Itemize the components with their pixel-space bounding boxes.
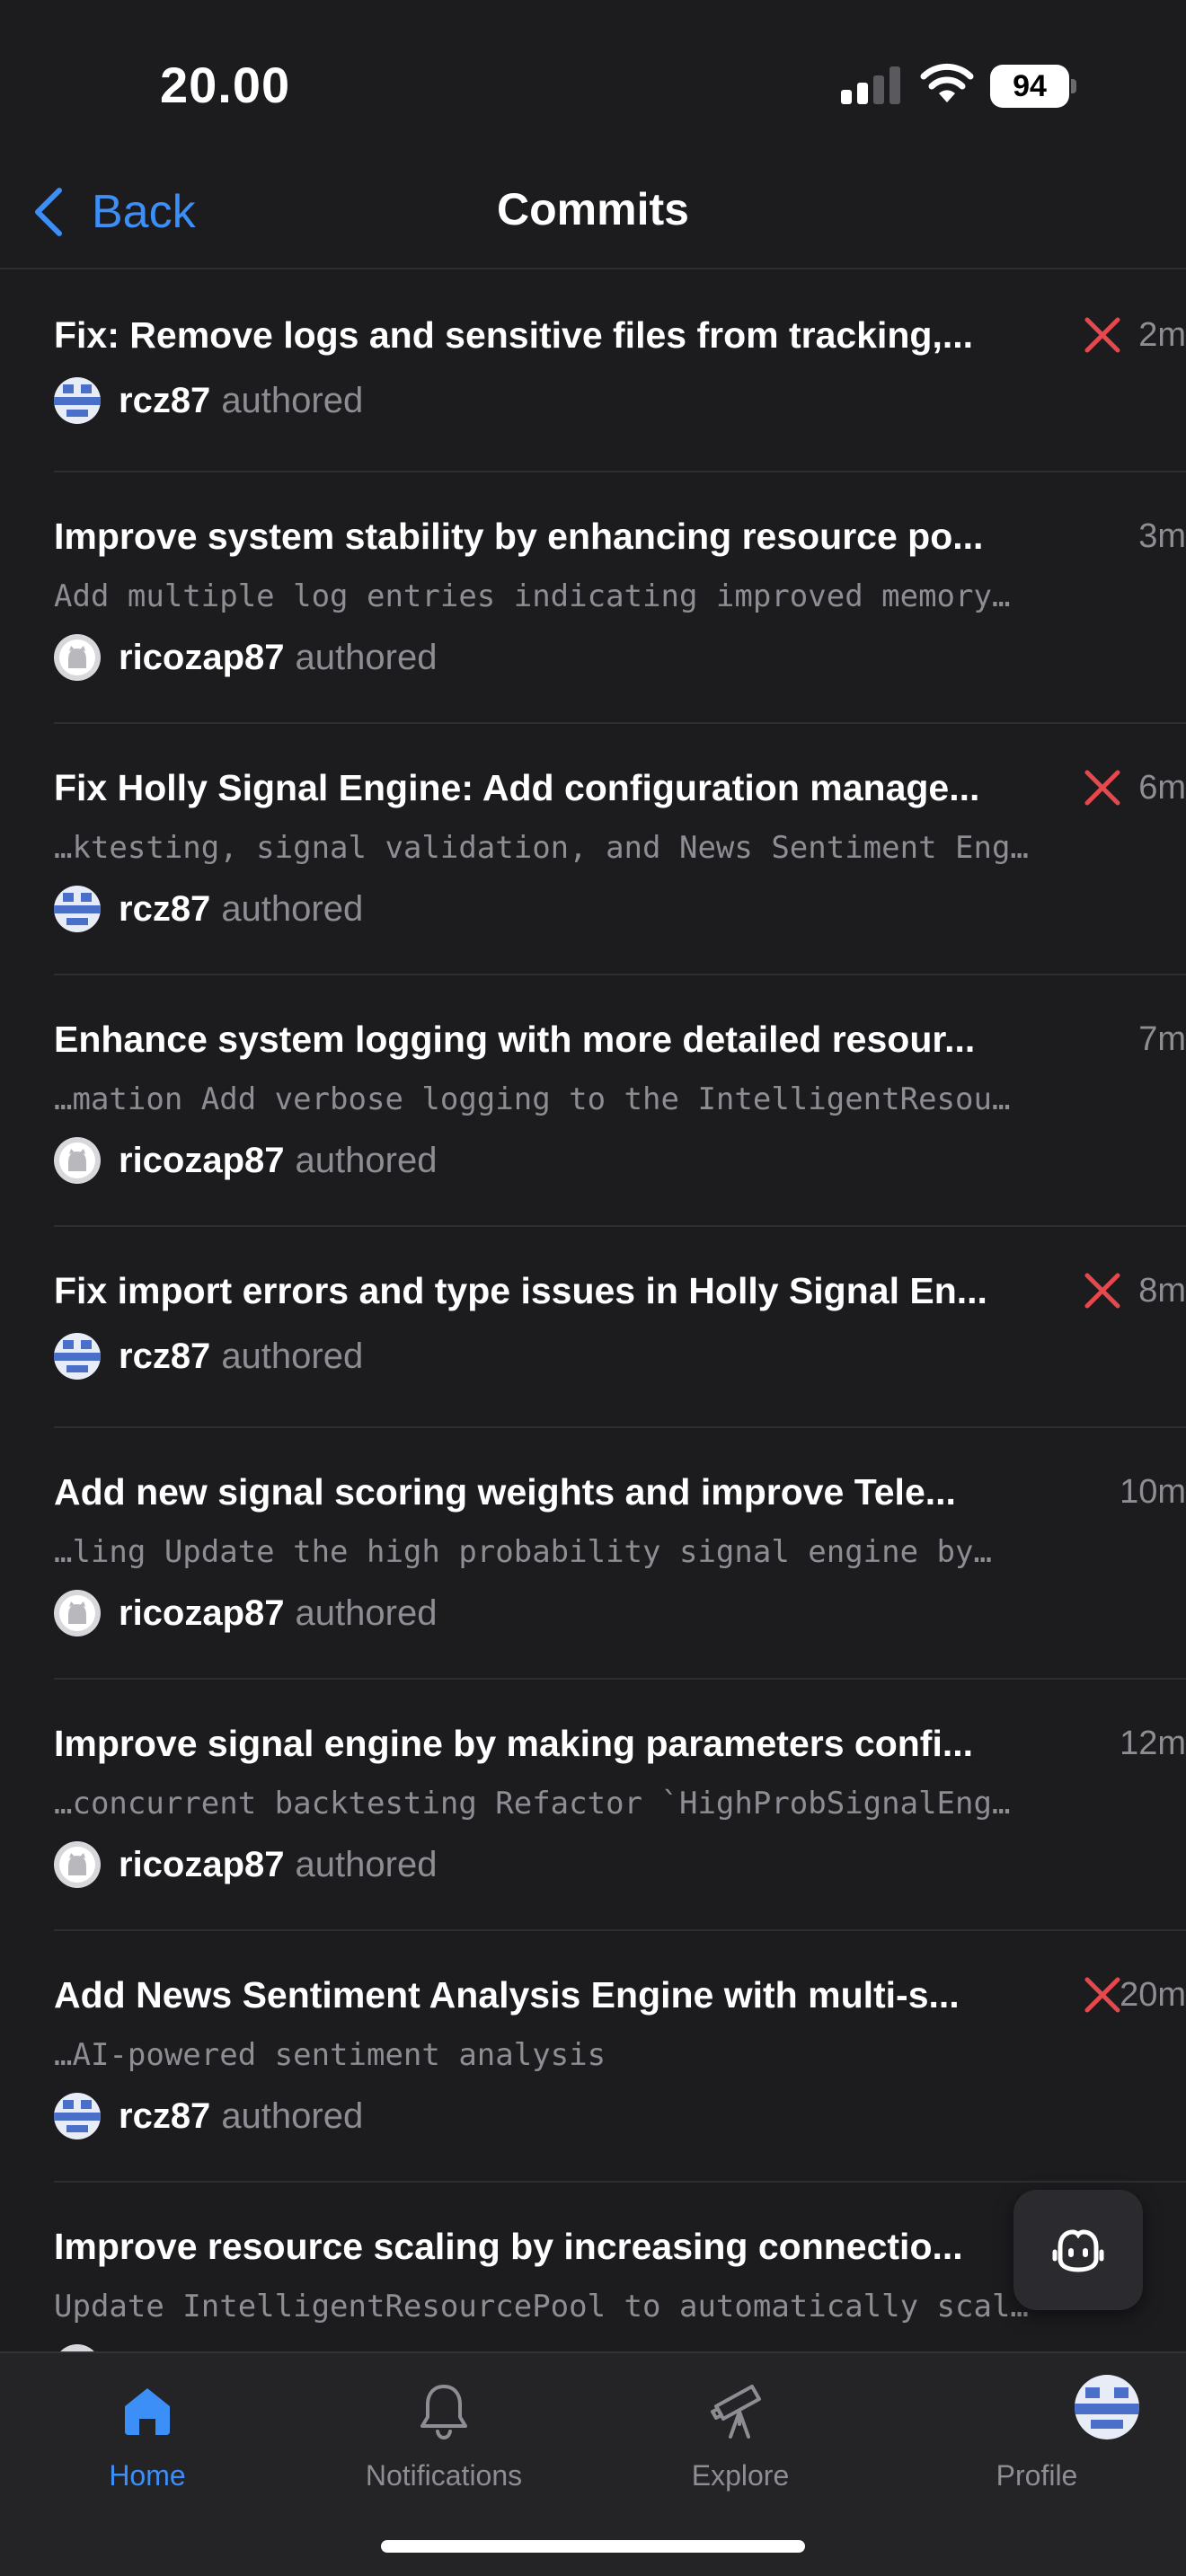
commit-author: rcz87 authored: [54, 886, 363, 932]
bell-icon: [420, 2385, 467, 2440]
page-title: Commits: [497, 184, 689, 234]
author-verb: authored: [221, 380, 364, 420]
commit-title: Improve resource scaling by increasing c…: [54, 2226, 963, 2267]
commit-description: …ling Update the high probability signal…: [54, 1534, 992, 1570]
commit-title: Fix import errors and type issues in Hol…: [54, 1270, 987, 1311]
author-verb: authored: [295, 1592, 438, 1633]
author-verb: authored: [221, 1336, 364, 1376]
commit-title: Add News Sentiment Analysis Engine with …: [54, 1974, 960, 2016]
commit-author: ricozap87 authored: [54, 634, 437, 681]
avatar[interactable]: [54, 886, 101, 932]
status-failed-icon[interactable]: [1082, 767, 1123, 808]
copilot-icon: [1052, 2229, 1104, 2272]
status-failed-icon[interactable]: [1082, 314, 1123, 356]
commit-row[interactable]: Fix import errors and type issues in Hol…: [54, 1227, 1186, 1428]
avatar[interactable]: [54, 1137, 101, 1184]
status-failed-icon[interactable]: [1082, 1270, 1123, 1311]
tab-explore[interactable]: Explore: [633, 2375, 848, 2492]
commit-title: Improve system stability by enhancing re…: [54, 516, 984, 557]
tab-profile-label: Profile: [996, 2459, 1078, 2492]
battery-level: 94: [990, 65, 1069, 108]
avatar[interactable]: [54, 1590, 101, 1636]
commit-row[interactable]: Add News Sentiment Analysis Engine with …: [54, 1931, 1186, 2183]
commit-description: …concurrent backtesting Refactor `HighPr…: [54, 1786, 1011, 1822]
commit-time: 2m: [1138, 316, 1186, 354]
home-indicator: [381, 2540, 805, 2553]
author-verb: authored: [295, 1140, 438, 1180]
commit-author: rcz87 authored: [54, 377, 363, 424]
tab-explore-label: Explore: [691, 2459, 790, 2492]
avatar[interactable]: [54, 1841, 101, 1888]
tab-home[interactable]: Home: [40, 2375, 255, 2492]
author-verb: authored: [221, 888, 364, 929]
tab-home-label: Home: [109, 2459, 186, 2492]
commit-description: …AI-powered sentiment analysis: [54, 2037, 606, 2073]
commit-author: rcz87 authored: [54, 1333, 363, 1380]
navigation-bar: Back Commits: [0, 153, 1186, 269]
commit-row[interactable]: Fix Holly Signal Engine: Add configurati…: [54, 724, 1186, 975]
wifi-icon: [920, 63, 974, 102]
commit-row[interactable]: Improve signal engine by making paramete…: [54, 1680, 1186, 1931]
author-name[interactable]: rcz87: [119, 2096, 210, 2137]
commit-title: Improve signal engine by making paramete…: [54, 1723, 974, 1764]
commit-description: Update IntelligentResourcePool to automa…: [54, 2289, 1029, 2325]
commit-title: Fix: Remove logs and sensitive files fro…: [54, 314, 974, 356]
author-name[interactable]: ricozap87: [119, 1141, 285, 1181]
author-verb: authored: [295, 1844, 438, 1884]
commit-list[interactable]: Fix: Remove logs and sensitive files fro…: [0, 271, 1186, 2351]
avatar[interactable]: [54, 2344, 101, 2351]
home-icon: [125, 2388, 170, 2435]
cellular-signal-icon: [841, 66, 900, 104]
author-name[interactable]: rcz87: [119, 381, 210, 421]
commit-author: ricozap87 authored: [54, 1590, 437, 1636]
copilot-button[interactable]: [1013, 2190, 1143, 2310]
telescope-icon: [711, 2385, 761, 2439]
tab-notifications-label: Notifications: [365, 2459, 523, 2492]
commit-row[interactable]: Improve system stability by enhancing re…: [54, 472, 1186, 724]
author-verb: authored: [295, 637, 438, 677]
avatar[interactable]: [54, 1333, 101, 1380]
commit-time: 6m: [1138, 769, 1186, 807]
commit-title: Add new signal scoring weights and impro…: [54, 1471, 956, 1513]
tab-notifications[interactable]: Notifications: [336, 2375, 552, 2492]
author-name[interactable]: ricozap87: [119, 638, 285, 678]
commit-description: Add multiple log entries indicating impr…: [54, 578, 1011, 614]
avatar[interactable]: [54, 377, 101, 424]
commit-author: ricozap87 authored: [54, 1841, 437, 1888]
status-time: 20.00: [160, 57, 291, 113]
commit-time: 7m: [1138, 1020, 1186, 1058]
author-name[interactable]: ricozap87: [119, 1593, 285, 1634]
commit-time: 8m: [1138, 1272, 1186, 1310]
battery-icon: 94: [990, 65, 1076, 108]
author-name[interactable]: rcz87: [119, 1337, 210, 1377]
author-name[interactable]: rcz87: [119, 889, 210, 930]
commit-time: 12m: [1120, 1725, 1186, 1762]
commit-row[interactable]: Add new signal scoring weights and impro…: [54, 1428, 1186, 1680]
author-verb: authored: [221, 2095, 364, 2136]
profile-avatar: [1075, 2375, 1139, 2439]
commit-author: rcz87 authored: [54, 2093, 363, 2139]
commit-row[interactable]: Fix: Remove logs and sensitive files fro…: [54, 271, 1186, 472]
commit-description: …mation Add verbose logging to the Intel…: [54, 1081, 1011, 1117]
status-bar: 20.00 94: [0, 0, 1186, 153]
commit-title: Enhance system logging with more detaile…: [54, 1019, 976, 1060]
avatar[interactable]: [54, 2093, 101, 2139]
status-failed-icon[interactable]: [1082, 1974, 1123, 2016]
commit-description: …ktesting, signal validation, and News S…: [54, 830, 1029, 866]
commit-row[interactable]: Enhance system logging with more detaile…: [54, 975, 1186, 1227]
commit-time: 10m: [1120, 1473, 1186, 1511]
commit-author: ricozap87 authored: [54, 1137, 437, 1184]
tab-profile[interactable]: Profile: [929, 2375, 1145, 2492]
commit-title: Fix Holly Signal Engine: Add configurati…: [54, 767, 980, 808]
author-name[interactable]: ricozap87: [119, 1845, 285, 1885]
commit-time: 20m: [1120, 1976, 1186, 2014]
avatar[interactable]: [54, 634, 101, 681]
commit-time: 3m: [1138, 517, 1186, 555]
